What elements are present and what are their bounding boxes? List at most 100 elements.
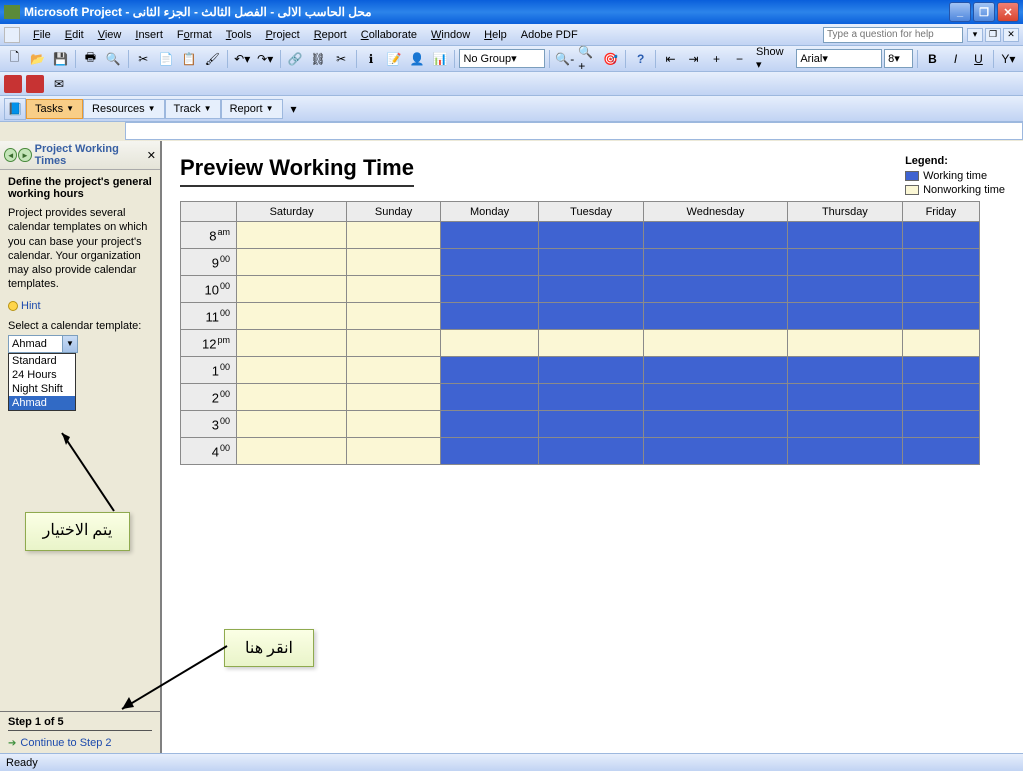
menu-view[interactable]: View bbox=[91, 29, 129, 41]
calendar-cell[interactable] bbox=[539, 249, 644, 276]
undo-button[interactable]: ↶▾ bbox=[232, 48, 253, 70]
show-menu[interactable]: Show ▾ bbox=[752, 46, 794, 71]
note-button[interactable]: 📝 bbox=[384, 48, 405, 70]
calendar-cell[interactable] bbox=[347, 303, 441, 330]
calendar-cell[interactable] bbox=[643, 303, 787, 330]
calendar-cell[interactable] bbox=[902, 330, 979, 357]
guide-back-button[interactable]: ◄ bbox=[4, 148, 17, 162]
calendar-cell[interactable] bbox=[237, 411, 347, 438]
tab-report[interactable]: Report▼ bbox=[221, 99, 283, 119]
calendar-cell[interactable] bbox=[643, 330, 787, 357]
calendar-cell[interactable] bbox=[643, 384, 787, 411]
calendar-cell[interactable] bbox=[237, 330, 347, 357]
menu-report[interactable]: Report bbox=[307, 29, 354, 41]
toolbar-options-icon[interactable]: ▾ bbox=[967, 28, 983, 42]
underline-button[interactable]: U bbox=[968, 48, 989, 70]
calendar-cell[interactable] bbox=[539, 222, 644, 249]
calendar-cell[interactable] bbox=[643, 411, 787, 438]
calendar-cell[interactable] bbox=[902, 222, 979, 249]
calendar-cell[interactable] bbox=[788, 276, 903, 303]
info-button[interactable]: ℹ bbox=[361, 48, 382, 70]
pdf-icon[interactable] bbox=[4, 75, 22, 93]
calendar-cell[interactable] bbox=[347, 249, 441, 276]
menu-edit[interactable]: Edit bbox=[58, 29, 91, 41]
mdi-restore-button[interactable]: ❐ bbox=[985, 28, 1001, 42]
calendar-cell[interactable] bbox=[539, 411, 644, 438]
bold-button[interactable]: B bbox=[922, 48, 943, 70]
calendar-cell[interactable] bbox=[788, 384, 903, 411]
entry-bar[interactable] bbox=[125, 122, 1023, 140]
close-button[interactable]: ✕ bbox=[997, 2, 1019, 22]
zoom-in-button[interactable]: 🔍+ bbox=[577, 48, 598, 70]
calendar-cell[interactable] bbox=[347, 357, 441, 384]
zoom-out-button[interactable]: 🔍- bbox=[554, 48, 575, 70]
italic-button[interactable]: I bbox=[945, 48, 966, 70]
calendar-cell[interactable] bbox=[440, 249, 538, 276]
split-button[interactable]: ✂ bbox=[331, 48, 352, 70]
open-button[interactable]: 📂 bbox=[27, 48, 48, 70]
calendar-cell[interactable] bbox=[347, 411, 441, 438]
calendar-cell[interactable] bbox=[347, 222, 441, 249]
publish-button[interactable]: 📊 bbox=[430, 48, 451, 70]
calendar-cell[interactable] bbox=[902, 249, 979, 276]
calendar-cell[interactable] bbox=[643, 276, 787, 303]
menu-insert[interactable]: Insert bbox=[128, 29, 170, 41]
menu-file[interactable]: File bbox=[26, 29, 58, 41]
calendar-cell[interactable] bbox=[237, 384, 347, 411]
template-select[interactable]: Ahmad ▼ bbox=[8, 335, 78, 353]
calendar-cell[interactable] bbox=[902, 276, 979, 303]
guide-button[interactable]: 📘 bbox=[4, 98, 26, 120]
calendar-cell[interactable] bbox=[788, 330, 903, 357]
menu-help[interactable]: Help bbox=[477, 29, 514, 41]
unlink-button[interactable]: ⛓ bbox=[308, 48, 329, 70]
tab-resources[interactable]: Resources▼ bbox=[83, 99, 165, 119]
indent-button[interactable]: ⇥ bbox=[683, 48, 704, 70]
calendar-cell[interactable] bbox=[237, 276, 347, 303]
template-option-nightshift[interactable]: Night Shift bbox=[9, 382, 75, 396]
calendar-cell[interactable] bbox=[788, 303, 903, 330]
template-option-24hours[interactable]: 24 Hours bbox=[9, 368, 75, 382]
calendar-cell[interactable] bbox=[237, 249, 347, 276]
link-button[interactable]: 🔗 bbox=[285, 48, 306, 70]
pdf-review-icon[interactable]: ✉ bbox=[48, 73, 70, 95]
menu-adobe-pdf[interactable]: Adobe PDF bbox=[514, 29, 585, 41]
guide-close-button[interactable]: ✕ bbox=[147, 149, 156, 162]
menu-window[interactable]: Window bbox=[424, 29, 477, 41]
save-button[interactable]: 💾 bbox=[50, 48, 71, 70]
tab-track[interactable]: Track▼ bbox=[165, 99, 221, 119]
calendar-cell[interactable] bbox=[902, 411, 979, 438]
calendar-cell[interactable] bbox=[643, 438, 787, 465]
calendar-cell[interactable] bbox=[902, 357, 979, 384]
redo-button[interactable]: ↷▾ bbox=[255, 48, 276, 70]
menu-collaborate[interactable]: Collaborate bbox=[354, 29, 424, 41]
calendar-cell[interactable] bbox=[237, 438, 347, 465]
calendar-cell[interactable] bbox=[237, 357, 347, 384]
calendar-cell[interactable] bbox=[902, 438, 979, 465]
calendar-cell[interactable] bbox=[643, 357, 787, 384]
new-button[interactable]: 🗋 bbox=[4, 48, 25, 70]
help-search-input[interactable] bbox=[823, 27, 963, 43]
hide-subtasks-button[interactable]: − bbox=[729, 48, 750, 70]
menu-tools[interactable]: Tools bbox=[219, 29, 259, 41]
highlight-button[interactable]: Y▾ bbox=[998, 48, 1019, 70]
format-painter-button[interactable]: 🖌 bbox=[202, 48, 223, 70]
calendar-cell[interactable] bbox=[237, 222, 347, 249]
group-combo[interactable]: No Group ▾ bbox=[459, 49, 545, 68]
minimize-button[interactable]: _ bbox=[949, 2, 971, 22]
calendar-cell[interactable] bbox=[539, 276, 644, 303]
calendar-cell[interactable] bbox=[440, 330, 538, 357]
paste-button[interactable]: 📋 bbox=[179, 48, 200, 70]
mdi-close-button[interactable]: ✕ bbox=[1003, 28, 1019, 42]
calendar-cell[interactable] bbox=[788, 411, 903, 438]
calendar-cell[interactable] bbox=[347, 330, 441, 357]
calendar-cell[interactable] bbox=[788, 249, 903, 276]
print-preview-button[interactable]: 🔍 bbox=[103, 48, 124, 70]
toolbar-overflow-icon[interactable]: ▾ bbox=[283, 98, 305, 120]
font-combo[interactable]: Arial ▾ bbox=[796, 49, 882, 68]
template-option-standard[interactable]: Standard bbox=[9, 354, 75, 368]
calendar-cell[interactable] bbox=[788, 222, 903, 249]
help-button[interactable]: ? bbox=[630, 48, 651, 70]
calendar-cell[interactable] bbox=[347, 384, 441, 411]
calendar-cell[interactable] bbox=[237, 303, 347, 330]
guide-forward-button[interactable]: ► bbox=[18, 148, 31, 162]
